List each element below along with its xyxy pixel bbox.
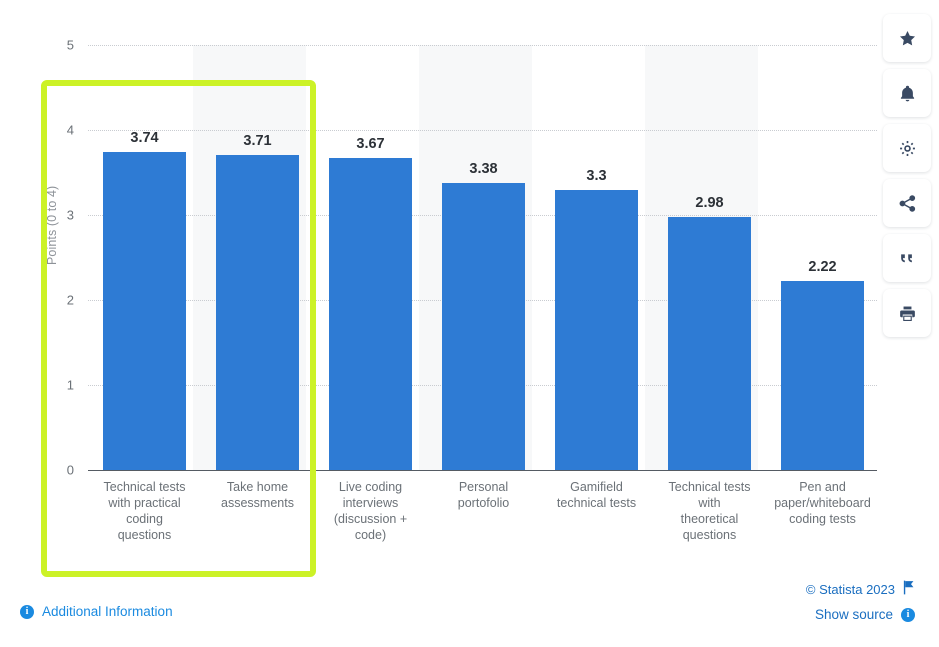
bell-icon — [898, 84, 917, 103]
copyright: © Statista 2023 — [806, 580, 915, 598]
settings-button[interactable] — [883, 124, 931, 172]
bar-value-label: 3.38 — [469, 160, 498, 177]
bar-chart: Points (0 to 4) 5 4 3 2 1 0 3.74 3.71 3.… — [0, 0, 880, 580]
category-label-line: assessments — [221, 496, 294, 510]
bar[interactable] — [103, 152, 186, 470]
print-button[interactable] — [883, 289, 931, 337]
gear-icon — [898, 139, 917, 158]
bar[interactable] — [216, 154, 299, 470]
plot-area: 5 4 3 2 1 0 3.74 3.71 3.67 3.38 3.3 2.98 — [67, 38, 879, 478]
bar-value-label: 2.98 — [695, 194, 724, 211]
bar[interactable] — [668, 216, 751, 470]
bar-value-label: 3.74 — [130, 130, 159, 147]
category-label-line: coding tests — [789, 512, 856, 526]
category-label-line: Technical tests — [103, 480, 186, 494]
category-label: Live coding interviews (discussion + code) — [314, 479, 427, 543]
category-label-line: coding — [126, 512, 163, 526]
category-label-line: Take home — [226, 480, 289, 494]
additional-information-label: Additional Information — [42, 604, 173, 619]
y-tick-label: 2 — [66, 292, 74, 308]
cite-button[interactable] — [883, 234, 931, 282]
category-label-line: Live coding — [338, 480, 403, 494]
flag-icon[interactable] — [902, 580, 915, 598]
copyright-text: © Statista 2023 — [805, 581, 895, 597]
bar-column: 2.98 — [653, 45, 766, 470]
category-label-line: interviews — [342, 496, 399, 510]
category-label-line: technical tests — [556, 496, 637, 510]
quote-icon — [898, 249, 916, 267]
category-label-line: (discussion + — [333, 512, 408, 526]
show-source-label: Show source — [814, 607, 893, 622]
y-tick-label: 1 — [66, 377, 74, 393]
bar-column: 2.22 — [766, 45, 879, 470]
bar[interactable] — [781, 281, 864, 470]
bar-column: 3.38 — [427, 45, 540, 470]
y-axis-title: Points (0 to 4) — [45, 185, 59, 265]
category-label-line: code) — [354, 528, 387, 542]
category-label-line: questions — [117, 528, 172, 542]
info-icon: i — [20, 604, 34, 619]
bar[interactable] — [555, 189, 638, 470]
category-label: Take home assessments — [201, 479, 314, 511]
category-label-line: theoretical — [680, 512, 739, 526]
y-tick-label: 4 — [66, 122, 74, 138]
bar-value-label: 3.67 — [356, 136, 385, 153]
bar-column: 3.71 — [201, 45, 314, 470]
category-label-line: portofolio — [457, 496, 510, 510]
bar-column: 3.67 — [314, 45, 427, 470]
category-label-line: Gamifield — [570, 480, 623, 494]
share-button[interactable] — [883, 179, 931, 227]
category-label-line: Pen and — [799, 480, 846, 494]
bar[interactable] — [442, 182, 525, 470]
notify-button[interactable] — [883, 69, 931, 117]
category-label: Technical tests with practical coding quest… — [88, 479, 201, 543]
side-toolbar — [883, 14, 931, 337]
category-label: Technical tests with theoretical questions — [653, 479, 766, 543]
bar-value-label: 3.71 — [243, 132, 272, 149]
category-label-line: with practical — [108, 496, 181, 510]
y-tick-label: 0 — [66, 462, 74, 478]
bar[interactable] — [329, 158, 412, 470]
category-label-line: Technical tests — [668, 480, 751, 494]
y-tick-label: 5 — [66, 37, 74, 53]
bar-value-label: 2.22 — [808, 259, 837, 276]
info-icon: i — [901, 607, 915, 622]
print-icon — [898, 304, 917, 323]
axis-baseline — [88, 470, 877, 471]
category-label-line: questions — [682, 528, 737, 542]
y-tick-label: 3 — [66, 207, 74, 223]
category-label-line: with — [698, 496, 721, 510]
favorite-button[interactable] — [883, 14, 931, 62]
bar-column: 3.74 — [88, 45, 201, 470]
additional-information-link[interactable]: i Additional Information — [20, 604, 173, 619]
bar-value-label: 3.3 — [586, 167, 607, 184]
category-label-line: Personal — [458, 480, 509, 494]
category-label: Gamifield technical tests — [540, 479, 653, 511]
category-label: Pen and paper/whiteboard coding tests — [766, 479, 879, 527]
star-icon — [898, 29, 917, 48]
share-icon — [898, 194, 917, 213]
category-label-line: paper/whiteboard — [774, 496, 871, 510]
category-label: Personal portofolio — [427, 479, 540, 511]
bar-column: 3.3 — [540, 45, 653, 470]
show-source-link[interactable]: Show source i — [815, 607, 915, 622]
